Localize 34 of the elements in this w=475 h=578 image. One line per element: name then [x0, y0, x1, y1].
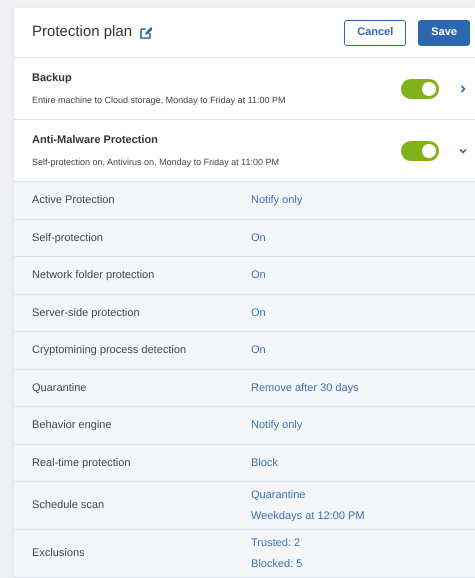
setting-value-link[interactable]: Block — [251, 454, 278, 471]
setting-name: Schedule scan — [32, 498, 106, 514]
chevron-down-icon[interactable] — [459, 146, 467, 154]
setting-value-link[interactable]: Notify only — [251, 192, 302, 208]
setting-name: Quarantine — [32, 380, 88, 396]
setting-value-link[interactable]: On — [251, 267, 266, 284]
module-summary: Entire machine to Cloud storage, Monday to Friday at 11:00 PM — [32, 94, 286, 107]
panel-title: Protection plan — [32, 22, 132, 42]
cancel-button[interactable]: Cancel — [344, 20, 406, 46]
setting-value-link[interactable]: Remove after 30 days — [251, 380, 359, 396]
setting-value-link[interactable]: Trusted: 2 — [251, 534, 302, 551]
setting-name: Cryptomining process detection — [32, 343, 188, 358]
module-summary: Self-protection on, Antivirus on, Monday to Friday at 11:00 PM — [32, 156, 279, 169]
setting-name: Self-protection — [32, 230, 104, 246]
setting-name: Active Protection — [32, 193, 116, 208]
setting-value-link[interactable]: Notify only — [251, 417, 302, 434]
module-title: Anti-Malware Protection — [32, 133, 159, 148]
setting-value-link[interactable]: Quarantine — [251, 486, 365, 503]
module-title: Backup — [32, 71, 73, 86]
setting-value-link[interactable]: On — [251, 304, 266, 321]
chevron-right-icon[interactable] — [459, 84, 467, 92]
setting-value-link[interactable]: Blocked: 5 — [251, 556, 302, 572]
setting-name: Real-time protection — [32, 456, 132, 470]
save-button[interactable]: Save — [418, 20, 470, 46]
setting-name: Behavior engine — [32, 418, 113, 433]
setting-value-link[interactable]: On — [251, 342, 266, 358]
edit-icon[interactable] — [140, 26, 152, 38]
setting-value-link[interactable]: Weekdays at 12:00 PM — [251, 508, 365, 524]
toggle-switch[interactable] — [401, 140, 439, 160]
setting-name: Exclusions — [32, 546, 86, 562]
setting-name: Network folder protection — [32, 268, 156, 283]
toggle-switch[interactable] — [401, 78, 439, 98]
setting-name: Server-side protection — [32, 306, 141, 320]
setting-value-link[interactable]: On — [251, 230, 266, 246]
